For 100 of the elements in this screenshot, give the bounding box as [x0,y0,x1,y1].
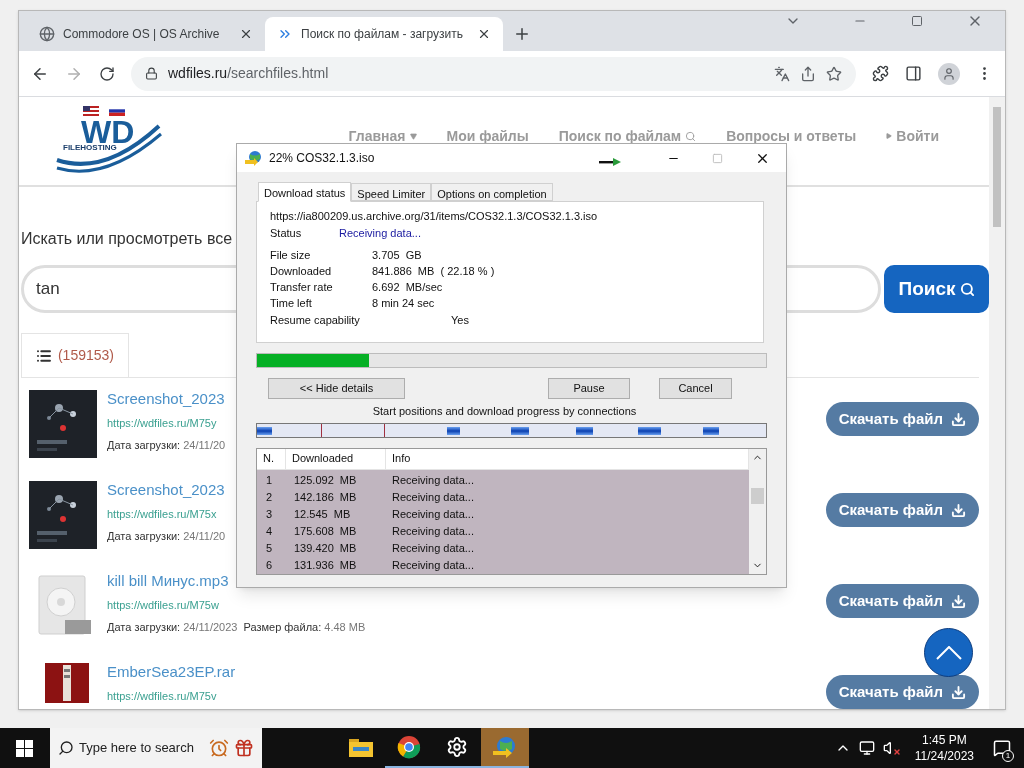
download-icon [951,593,966,609]
field-value: 841.886 MB ( 22.18 % ) [372,264,495,279]
download-url: https://ia800209.us.archive.org/31/items/COS32.1.3/COS32.1.3.iso [270,209,598,224]
download-button[interactable]: Скачать файл [825,493,979,527]
download-button[interactable]: Скачать файл [825,675,979,709]
download-icon [951,502,966,518]
close-icon[interactable] [239,27,253,41]
notifications-icon [993,739,1011,757]
table-cell-text: Receiving data... [391,523,474,539]
status-value: Receiving data... [339,226,421,241]
connection-row[interactable]: 6 131.936 MB Receiving data... [257,556,749,574]
alarm-clock-icon [209,738,229,758]
field-label: Resume capability [270,313,361,328]
table-cell-text: Receiving data... [391,472,474,488]
search-button[interactable]: Поиск [884,265,989,313]
download-button[interactable]: Скачать файл [825,584,979,618]
reload-icon[interactable] [99,65,115,82]
globe-arrow-icon [492,735,518,759]
list-icon [36,347,52,364]
connection-row[interactable]: 4 175.608 MB Receiving data... [257,522,749,540]
table-cell-text: 2 [265,489,274,505]
profile-avatar[interactable] [938,62,960,85]
connection-row[interactable]: 5 139.420 MB Receiving data... [257,539,749,557]
network-icon[interactable] [858,740,875,756]
field-value: 3.705 GB [372,248,422,263]
globe-icon [39,26,55,42]
folder-icon [349,737,373,757]
download-button[interactable]: Скачать файл [825,402,979,436]
new-tab-icon[interactable] [513,25,531,43]
field-label: Transfer rate [270,280,334,295]
dialog-tab[interactable]: Speed Limiter [351,183,432,201]
results-count: (159153) [57,346,114,365]
notifications-button[interactable]: 1 [980,728,1024,768]
file-title-link[interactable]: Screenshot_2023 [107,390,225,409]
browser-tab[interactable]: Commodore OS | OS Archive [27,17,265,51]
results-tab[interactable]: (159153) [21,333,129,377]
caret-icon [886,133,893,139]
gift-icon [234,738,254,758]
muted-speaker-icon[interactable] [882,740,901,756]
table-cell-text: 6 [265,557,274,573]
share-icon[interactable] [800,65,816,82]
dialog-tab[interactable]: Download status [258,182,352,202]
close-icon[interactable] [477,27,491,41]
browser-tab[interactable]: Поиск по файлам - загрузить [265,17,503,51]
table-cell-text: Receiving data... [391,506,474,522]
bookmark-icon[interactable] [826,65,842,82]
search-icon [685,130,697,142]
url-text: wdfiles.ru/searchfiles.html [168,64,330,83]
connection-row[interactable]: 3 12.545 MB Receiving data... [257,505,749,523]
upload-date: Дата загрузки: 24/11/20 [107,438,226,454]
archive-file-icon [45,663,89,703]
flag-icon [109,106,125,116]
table-cell-text: 142.186 MB [293,489,358,505]
column-header[interactable]: Downloaded [286,448,386,469]
chevron-up-icon [935,645,962,660]
file-title-link[interactable]: Screenshot_2023 [107,481,225,500]
browser-icon [397,735,421,759]
translate-icon[interactable] [774,65,790,82]
flag-icon [83,106,99,116]
upload-date: Дата загрузки: 24/11/2023 [107,620,238,636]
field-label: Status [270,226,303,241]
table-cell-text: 1 [265,472,274,488]
field-label: Time left [270,296,313,311]
table-cell-text: 125.092 MB [293,472,358,488]
settings-icon [446,736,468,758]
scrollbar-thumb[interactable] [751,488,764,504]
connections-label: Start positions and download progress by connections [372,404,637,419]
table-cell-text: 4 [265,523,274,539]
file-title-link[interactable]: EmberSea23EP.rar [107,663,236,682]
scrollbar[interactable] [749,448,766,574]
column-header[interactable]: N. [257,448,286,469]
table-cell-text: Receiving data... [391,489,474,505]
table-cell-text: Receiving data... [391,540,474,556]
upload-date: Дата загрузки: 24/11/20 [107,529,226,545]
pause-button[interactable]: Pause [548,378,630,399]
table-cell-text: 175.608 MB [293,523,358,539]
tab-title: Поиск по файлам - загрузить [301,26,464,43]
cancel-button[interactable]: Cancel [659,378,732,399]
hide-details-button[interactable]: << Hide details [268,378,405,399]
dialog-title: 22% COS32.1.3.iso [269,150,375,167]
extensions-icon[interactable] [872,65,889,82]
taskbar-search-field[interactable]: Type here to search [50,728,262,768]
windows-start-icon[interactable] [16,739,33,757]
maximize-icon[interactable] [911,15,923,27]
clock[interactable]: 1:45 PM 11/24/2023 [908,732,980,764]
table-cell-text: 139.420 MB [293,540,358,556]
search-icon [959,281,975,297]
arrow-icon [599,158,621,166]
field-value: 8 min 24 sec [372,296,435,311]
download-icon [951,411,966,427]
search-icon [58,740,74,756]
address-bar[interactable]: wdfiles.ru/searchfiles.html [131,56,856,91]
scrollbar[interactable] [989,97,1005,709]
connection-row[interactable]: 2 142.186 MB Receiving data... [257,488,749,506]
side-panel-icon[interactable] [905,65,922,82]
caret-icon [409,132,417,140]
dialog-tab[interactable]: Options on completion [431,183,553,201]
field-value: 6.692 MB/sec [372,280,443,295]
globe-arrow-icon [245,150,263,166]
connection-row[interactable]: 1 125.092 MB Receiving data... [257,471,749,489]
